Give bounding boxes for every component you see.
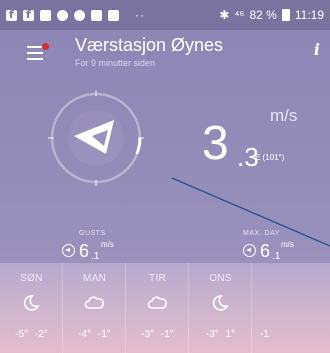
forecast-day[interactable]: SØN -5° -2°	[0, 263, 63, 353]
wind-direction: E (101°)	[255, 153, 285, 162]
forecast-day[interactable]: ONS -3° 1°	[189, 263, 252, 353]
forecast-temps: -1	[252, 329, 315, 340]
spotify-icon	[74, 9, 85, 21]
bluetooth-icon: ✱	[219, 8, 230, 22]
station-title: Værstasjon Øynes	[75, 35, 224, 55]
forecast-temps: -3° 1°	[189, 329, 252, 340]
forecast-low: -3°	[205, 329, 219, 340]
max-day-unit: m/s	[281, 240, 294, 249]
gusts-value: 6	[79, 241, 90, 261]
minus-circle-icon	[57, 9, 68, 21]
wind-direction-compass	[48, 90, 144, 186]
notification-dot	[42, 43, 49, 50]
facebook-icon	[23, 8, 34, 21]
forecast-day[interactable]: TIR -3° -1°	[126, 263, 189, 353]
weather-main-panel: Værstasjon Øynes For 9 minutter siden i …	[0, 30, 330, 278]
forecast-temps: -3° -1°	[126, 329, 189, 340]
cloud-icon	[147, 296, 167, 309]
forecast-day-name: SØN	[20, 273, 43, 284]
forecast-high: 1°	[225, 329, 236, 340]
forecast-high: -1°	[160, 329, 174, 340]
menu-button[interactable]	[27, 43, 49, 60]
forecast-day-name: MAN	[82, 273, 107, 284]
forecast-day-name: ONS	[209, 273, 232, 284]
gust-direction-icon	[62, 244, 75, 257]
max-day-direction-icon	[243, 244, 256, 257]
gmail-icon	[91, 9, 102, 21]
forecast-low: -5°	[15, 329, 29, 340]
max-day-label: MAX. DAY	[243, 230, 280, 237]
forecast-temps: -5° -2°	[0, 329, 63, 340]
max-day-decimal: .1	[272, 251, 281, 262]
status-bar: ·· ✱ ⁴⁶ 82 % 11:19	[0, 0, 330, 30]
forecast-high: -1°	[97, 329, 111, 340]
cloud-icon	[84, 296, 104, 309]
forecast-low: -3°	[141, 329, 155, 340]
forecast-strip[interactable]: SØN -5° -2° MAN -4° -1° TIR -3° -1° ONS	[0, 263, 330, 353]
app-notification-icon	[40, 9, 51, 21]
forecast-day-name: TIR	[148, 273, 166, 284]
gusts-label: GUSTS	[79, 230, 106, 237]
moon-icon	[212, 295, 229, 311]
more-notifications-icon: ··	[135, 8, 145, 22]
gusts-unit: m/s	[101, 240, 114, 249]
clock: 11:19	[294, 8, 324, 22]
wind-unit: m/s	[270, 106, 298, 125]
forecast-high: -2°	[34, 329, 48, 340]
battery-icon	[281, 9, 290, 21]
signal-strength: ⁴⁶	[234, 8, 245, 22]
forecast-temps: -4° -1°	[63, 329, 126, 340]
image-icon	[108, 9, 119, 21]
forecast-low: -4°	[78, 329, 92, 340]
forecast-day[interactable]: -1	[252, 263, 330, 353]
info-button[interactable]: i	[314, 40, 320, 59]
forecast-day[interactable]: MAN -4° -1°	[63, 263, 126, 353]
last-updated: For 9 minutter siden	[75, 58, 156, 68]
forecast-low: -1	[260, 329, 269, 340]
moon-icon	[23, 295, 40, 311]
wind-speed-integer: 3	[202, 117, 229, 170]
max-day-value: 6	[260, 241, 271, 261]
battery-percent: 82 %	[249, 8, 277, 22]
facebook-icon	[6, 8, 17, 21]
gusts-decimal: .1	[91, 251, 100, 262]
